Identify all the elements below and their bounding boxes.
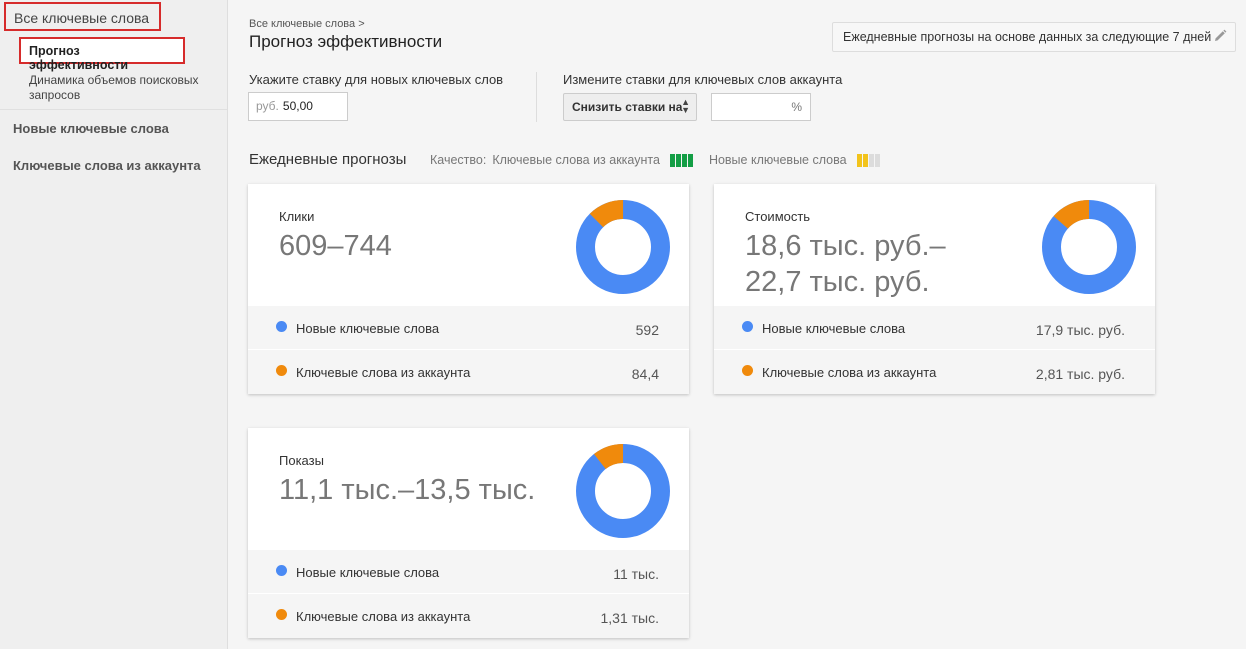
impressions-new-label: Новые ключевые слова: [296, 565, 440, 580]
donut-slice-new: [576, 200, 670, 294]
cost-donut-chart: [1042, 200, 1136, 294]
impressions-value: 11,1 тыс.–13,5 тыс.: [279, 474, 536, 506]
cost-card: Стоимость 18,6 тыс. руб.– 22,7 тыс. руб.…: [714, 184, 1155, 394]
account-keywords-dot: [276, 365, 287, 376]
cost-new-label: Новые ключевые слова: [762, 321, 906, 336]
impressions-account-value: 1,31 тыс.: [600, 610, 659, 626]
new-keywords-dot: [276, 565, 287, 576]
forecast-period-label: Ежедневные прогнозы на основе данных за …: [843, 30, 1212, 44]
bid-input[interactable]: руб. 50,00: [248, 92, 348, 121]
quality-legend: Качество: Ключевые слова из аккаунта Нов…: [430, 153, 890, 167]
impressions-row-account: Ключевые слова из аккаунта 1,31 тыс.: [248, 594, 689, 638]
cost-value: 18,6 тыс. руб.– 22,7 тыс. руб.: [745, 228, 946, 300]
impressions-card: Показы 11,1 тыс.–13,5 тыс. Новые ключевы…: [248, 428, 689, 638]
percent-symbol: %: [791, 100, 802, 114]
sidebar-item-dynamics[interactable]: Динамика объемов поисковых запросов: [29, 73, 219, 103]
impressions-row-new: Новые ключевые слова 11 тыс.: [248, 550, 689, 594]
new-keywords-dot: [276, 321, 287, 332]
pencil-icon: [1215, 29, 1227, 41]
quality-new-label: Новые ключевые слова: [708, 153, 847, 167]
clicks-row-account: Ключевые слова из аккаунта 84,4: [248, 350, 689, 394]
cost-account-value: 2,81 тыс. руб.: [1035, 366, 1125, 382]
sidebar-item-new-keywords[interactable]: Новые ключевые слова: [13, 121, 169, 136]
account-keywords-dot: [276, 609, 287, 620]
clicks-row-new: Новые ключевые слова 592: [248, 306, 689, 350]
change-bids-select-value: Снизить ставки на: [572, 100, 683, 114]
quality-bar: [687, 153, 693, 167]
cost-account-label: Ключевые слова из аккаунта: [762, 365, 937, 380]
cost-label: Стоимость: [745, 209, 811, 224]
clicks-value: 609–744: [279, 230, 392, 262]
sidebar-item-account-keywords[interactable]: Ключевые слова из аккаунта: [13, 158, 201, 173]
quality-new-bars: [856, 153, 880, 167]
clicks-label: Клики: [279, 209, 315, 224]
clicks-new-label: Новые ключевые слова: [296, 321, 440, 336]
clicks-new-value: 592: [635, 322, 659, 338]
quality-bar: [862, 153, 868, 167]
clicks-account-value: 84,4: [631, 366, 659, 382]
account-keywords-dot: [742, 365, 753, 376]
quality-bar: [856, 153, 862, 167]
forecast-period-button[interactable]: Ежедневные прогнозы на основе данных за …: [832, 22, 1236, 52]
sidebar-item-forecast[interactable]: Прогноз эффективности: [19, 37, 185, 72]
change-bids-label: Измените ставки для ключевых слов аккаун…: [563, 72, 843, 87]
cost-new-value: 17,9 тыс. руб.: [1035, 322, 1125, 338]
quality-bar: [681, 153, 687, 167]
quality-account-label: Ключевые слова из аккаунта: [492, 153, 660, 167]
percent-input[interactable]: %: [711, 93, 811, 121]
impressions-donut-chart: [576, 444, 670, 538]
breadcrumb[interactable]: Все ключевые слова >: [249, 18, 365, 30]
quality-bar: [874, 153, 880, 167]
quality-label: Качество:: [430, 153, 487, 167]
cost-value-line2: 22,7 тыс. руб.: [745, 266, 930, 298]
bid-value: 50,00: [282, 99, 313, 113]
change-bids-select[interactable]: Снизить ставки на ▲ ▼: [563, 93, 697, 121]
divider: [536, 72, 537, 122]
sidebar-divider: [0, 109, 227, 110]
sidebar-item-all-keywords[interactable]: Все ключевые слова: [4, 2, 161, 31]
quality-account-bars: [669, 153, 693, 167]
donut-slice-new: [576, 444, 670, 538]
cost-value-line1: 18,6 тыс. руб.–: [745, 230, 946, 262]
cost-row-account: Ключевые слова из аккаунта 2,81 тыс. руб…: [714, 350, 1155, 394]
impressions-account-label: Ключевые слова из аккаунта: [296, 609, 471, 624]
impressions-label: Показы: [279, 453, 324, 468]
select-arrows-icon: ▲ ▼: [681, 97, 690, 115]
quality-bar: [868, 153, 874, 167]
new-keywords-dot: [742, 321, 753, 332]
sidebar: Все ключевые слова Прогноз эффективности…: [0, 0, 228, 649]
clicks-account-label: Ключевые слова из аккаунта: [296, 365, 471, 380]
bid-label: Укажите ставку для новых ключевых слов: [249, 72, 504, 87]
clicks-donut-chart: [576, 200, 670, 294]
clicks-card: Клики 609–744 Новые ключевые слова 592 К…: [248, 184, 689, 394]
cost-row-new: Новые ключевые слова 17,9 тыс. руб.: [714, 306, 1155, 350]
page-title: Прогноз эффективности: [249, 32, 443, 51]
quality-bar: [669, 153, 675, 167]
daily-forecasts-title: Ежедневные прогнозы: [249, 151, 407, 168]
impressions-new-value: 11 тыс.: [613, 566, 659, 582]
bid-unit: руб.: [256, 99, 279, 113]
quality-bar: [675, 153, 681, 167]
